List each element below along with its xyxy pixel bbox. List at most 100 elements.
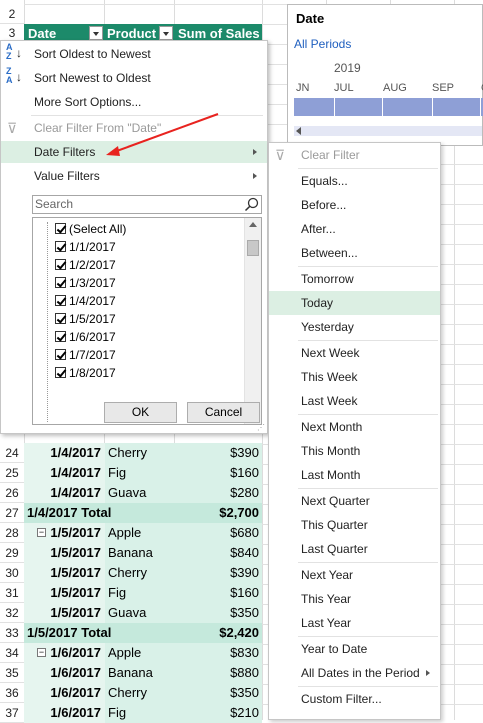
pivot-row[interactable]: 1/4/2017 Guava $280 <box>24 483 262 503</box>
submenu-item-equals[interactable]: Equals... <box>269 169 440 193</box>
date-checkbox-item[interactable]: 1/3/2017 <box>33 274 243 292</box>
date-checkbox-item[interactable]: 1/2/2017 <box>33 256 243 274</box>
row-header[interactable]: 34 <box>0 643 24 663</box>
row-header[interactable]: 24 <box>0 443 24 463</box>
product-cell[interactable]: Guava <box>105 483 175 503</box>
submenu-item-year-to-date[interactable]: Year to Date <box>269 637 440 661</box>
row-header[interactable]: 27 <box>0 503 24 523</box>
row-header[interactable]: 37 <box>0 703 24 723</box>
date-cell[interactable]: 1/4/2017 <box>24 463 105 483</box>
date-cell[interactable]: 1/5/2017 Total <box>24 623 184 643</box>
row-header[interactable]: 28 <box>0 523 24 543</box>
sales-cell[interactable]: $210 <box>175 703 262 723</box>
date-cell[interactable]: 1/4/2017 Total <box>24 503 184 523</box>
pivot-total-row[interactable]: 1/4/2017 Total $2,700 <box>24 503 262 523</box>
product-cell[interactable]: Apple <box>105 643 175 663</box>
sales-cell[interactable]: $350 <box>175 603 262 623</box>
submenu-item-custom-filter[interactable]: Custom Filter... <box>269 687 440 711</box>
checkbox-checked-icon[interactable] <box>55 259 66 270</box>
search-input[interactable]: Search <box>32 195 262 214</box>
resize-grip-icon[interactable]: ⋰ <box>257 424 265 432</box>
date-checkbox-item[interactable]: 1/4/2017 <box>33 292 243 310</box>
checkbox-checked-icon[interactable] <box>55 295 66 306</box>
sales-cell[interactable]: $160 <box>175 463 262 483</box>
checkbox-checked-icon[interactable] <box>55 367 66 378</box>
sales-cell[interactable]: $350 <box>175 683 262 703</box>
sales-cell[interactable]: $390 <box>175 443 262 463</box>
checkbox-checked-icon[interactable] <box>55 241 66 252</box>
submenu-item-this-year[interactable]: This Year <box>269 587 440 611</box>
collapse-icon[interactable]: − <box>37 528 46 537</box>
date-checkbox-item[interactable]: 1/6/2017 <box>33 328 243 346</box>
date-checkbox-item[interactable]: 1/8/2017 <box>33 364 243 382</box>
submenu-item-last-month[interactable]: Last Month <box>269 463 440 487</box>
submenu-item-next-quarter[interactable]: Next Quarter <box>269 489 440 513</box>
sort-oldest-item[interactable]: AZ ↓ Sort Oldest to Newest <box>1 43 267 65</box>
checkbox-checked-icon[interactable] <box>55 331 66 342</box>
product-cell[interactable]: Fig <box>105 583 175 603</box>
timeline-bar[interactable] <box>294 98 483 116</box>
product-cell[interactable]: Fig <box>105 463 175 483</box>
sales-cell[interactable]: $840 <box>175 543 262 563</box>
scroll-up-icon[interactable] <box>249 222 257 227</box>
submenu-item-last-week[interactable]: Last Week <box>269 389 440 413</box>
pivot-row[interactable]: 1/5/2017 Apple $680− <box>24 523 262 543</box>
submenu-item-all-dates-in-the-period[interactable]: All Dates in the Period <box>269 661 440 685</box>
submenu-item-next-year[interactable]: Next Year <box>269 563 440 587</box>
date-cell[interactable]: 1/6/2017 <box>24 663 105 683</box>
date-checkbox-item[interactable]: 1/7/2017 <box>33 346 243 364</box>
sales-cell[interactable]: $160 <box>175 583 262 603</box>
date-cell[interactable]: 1/4/2017 <box>24 443 105 463</box>
row-header[interactable]: 25 <box>0 463 24 483</box>
row-header[interactable]: 26 <box>0 483 24 503</box>
pivot-row[interactable]: 1/6/2017 Cherry $350 <box>24 683 262 703</box>
submenu-item-this-month[interactable]: This Month <box>269 439 440 463</box>
sales-cell[interactable]: $680 <box>175 523 262 543</box>
submenu-item-last-quarter[interactable]: Last Quarter <box>269 537 440 561</box>
collapse-icon[interactable]: − <box>37 648 46 657</box>
row-header[interactable]: 30 <box>0 563 24 583</box>
submenu-item-after[interactable]: After... <box>269 217 440 241</box>
ok-button[interactable]: OK <box>104 402 177 423</box>
product-cell[interactable]: Cherry <box>105 443 175 463</box>
date-filter-dropdown-icon[interactable] <box>89 26 103 40</box>
list-scrollbar[interactable] <box>244 218 261 424</box>
checkbox-checked-icon[interactable] <box>55 313 66 324</box>
product-cell[interactable]: Apple <box>105 523 175 543</box>
submenu-item-this-quarter[interactable]: This Quarter <box>269 513 440 537</box>
submenu-item-before[interactable]: Before... <box>269 193 440 217</box>
product-cell[interactable]: Guava <box>105 603 175 623</box>
pivot-row[interactable]: 1/5/2017 Banana $840 <box>24 543 262 563</box>
submenu-item-next-month[interactable]: Next Month <box>269 415 440 439</box>
sales-cell[interactable]: $280 <box>175 483 262 503</box>
submenu-item-this-week[interactable]: This Week <box>269 365 440 389</box>
checkbox-checked-icon[interactable] <box>55 277 66 288</box>
submenu-item-clear-filter[interactable]: Clear Filter ⊽ <box>269 143 440 167</box>
pivot-row[interactable]: 1/4/2017 Fig $160 <box>24 463 262 483</box>
row-header[interactable]: 31 <box>0 583 24 603</box>
row-header[interactable]: 29 <box>0 543 24 563</box>
date-checkbox-item[interactable]: 1/1/2017 <box>33 238 243 256</box>
row-header[interactable]: 33 <box>0 623 24 643</box>
checkbox-checked-icon[interactable] <box>55 223 66 234</box>
date-cell[interactable]: 1/6/2017 <box>24 683 105 703</box>
submenu-item-last-year[interactable]: Last Year <box>269 611 440 635</box>
product-cell[interactable]: Banana <box>105 543 175 563</box>
date-cell[interactable]: 1/4/2017 <box>24 483 105 503</box>
pivot-row[interactable]: 1/6/2017 Fig $210 <box>24 703 262 723</box>
date-checkbox-item[interactable]: 1/5/2017 <box>33 310 243 328</box>
timeline-slicer[interactable]: Date All Periods 2019 JN JUL AUG SEP O <box>287 4 483 146</box>
submenu-item-yesterday[interactable]: Yesterday <box>269 315 440 339</box>
scroll-thumb[interactable] <box>247 240 259 256</box>
pivot-row[interactable]: 1/4/2017 Cherry $390 <box>24 443 262 463</box>
timeline-scrollbar[interactable] <box>294 126 482 136</box>
date-cell[interactable]: 1/5/2017 <box>24 583 105 603</box>
pivot-row[interactable]: 1/6/2017 Banana $880 <box>24 663 262 683</box>
sales-cell[interactable]: $2,420 <box>175 623 262 643</box>
product-cell[interactable]: Banana <box>105 663 175 683</box>
submenu-item-today[interactable]: Today <box>269 291 440 315</box>
date-cell[interactable]: 1/6/2017 <box>24 703 105 723</box>
product-filter-dropdown-icon[interactable] <box>159 26 173 40</box>
product-cell[interactable]: Fig <box>105 703 175 723</box>
sales-cell[interactable]: $390 <box>175 563 262 583</box>
